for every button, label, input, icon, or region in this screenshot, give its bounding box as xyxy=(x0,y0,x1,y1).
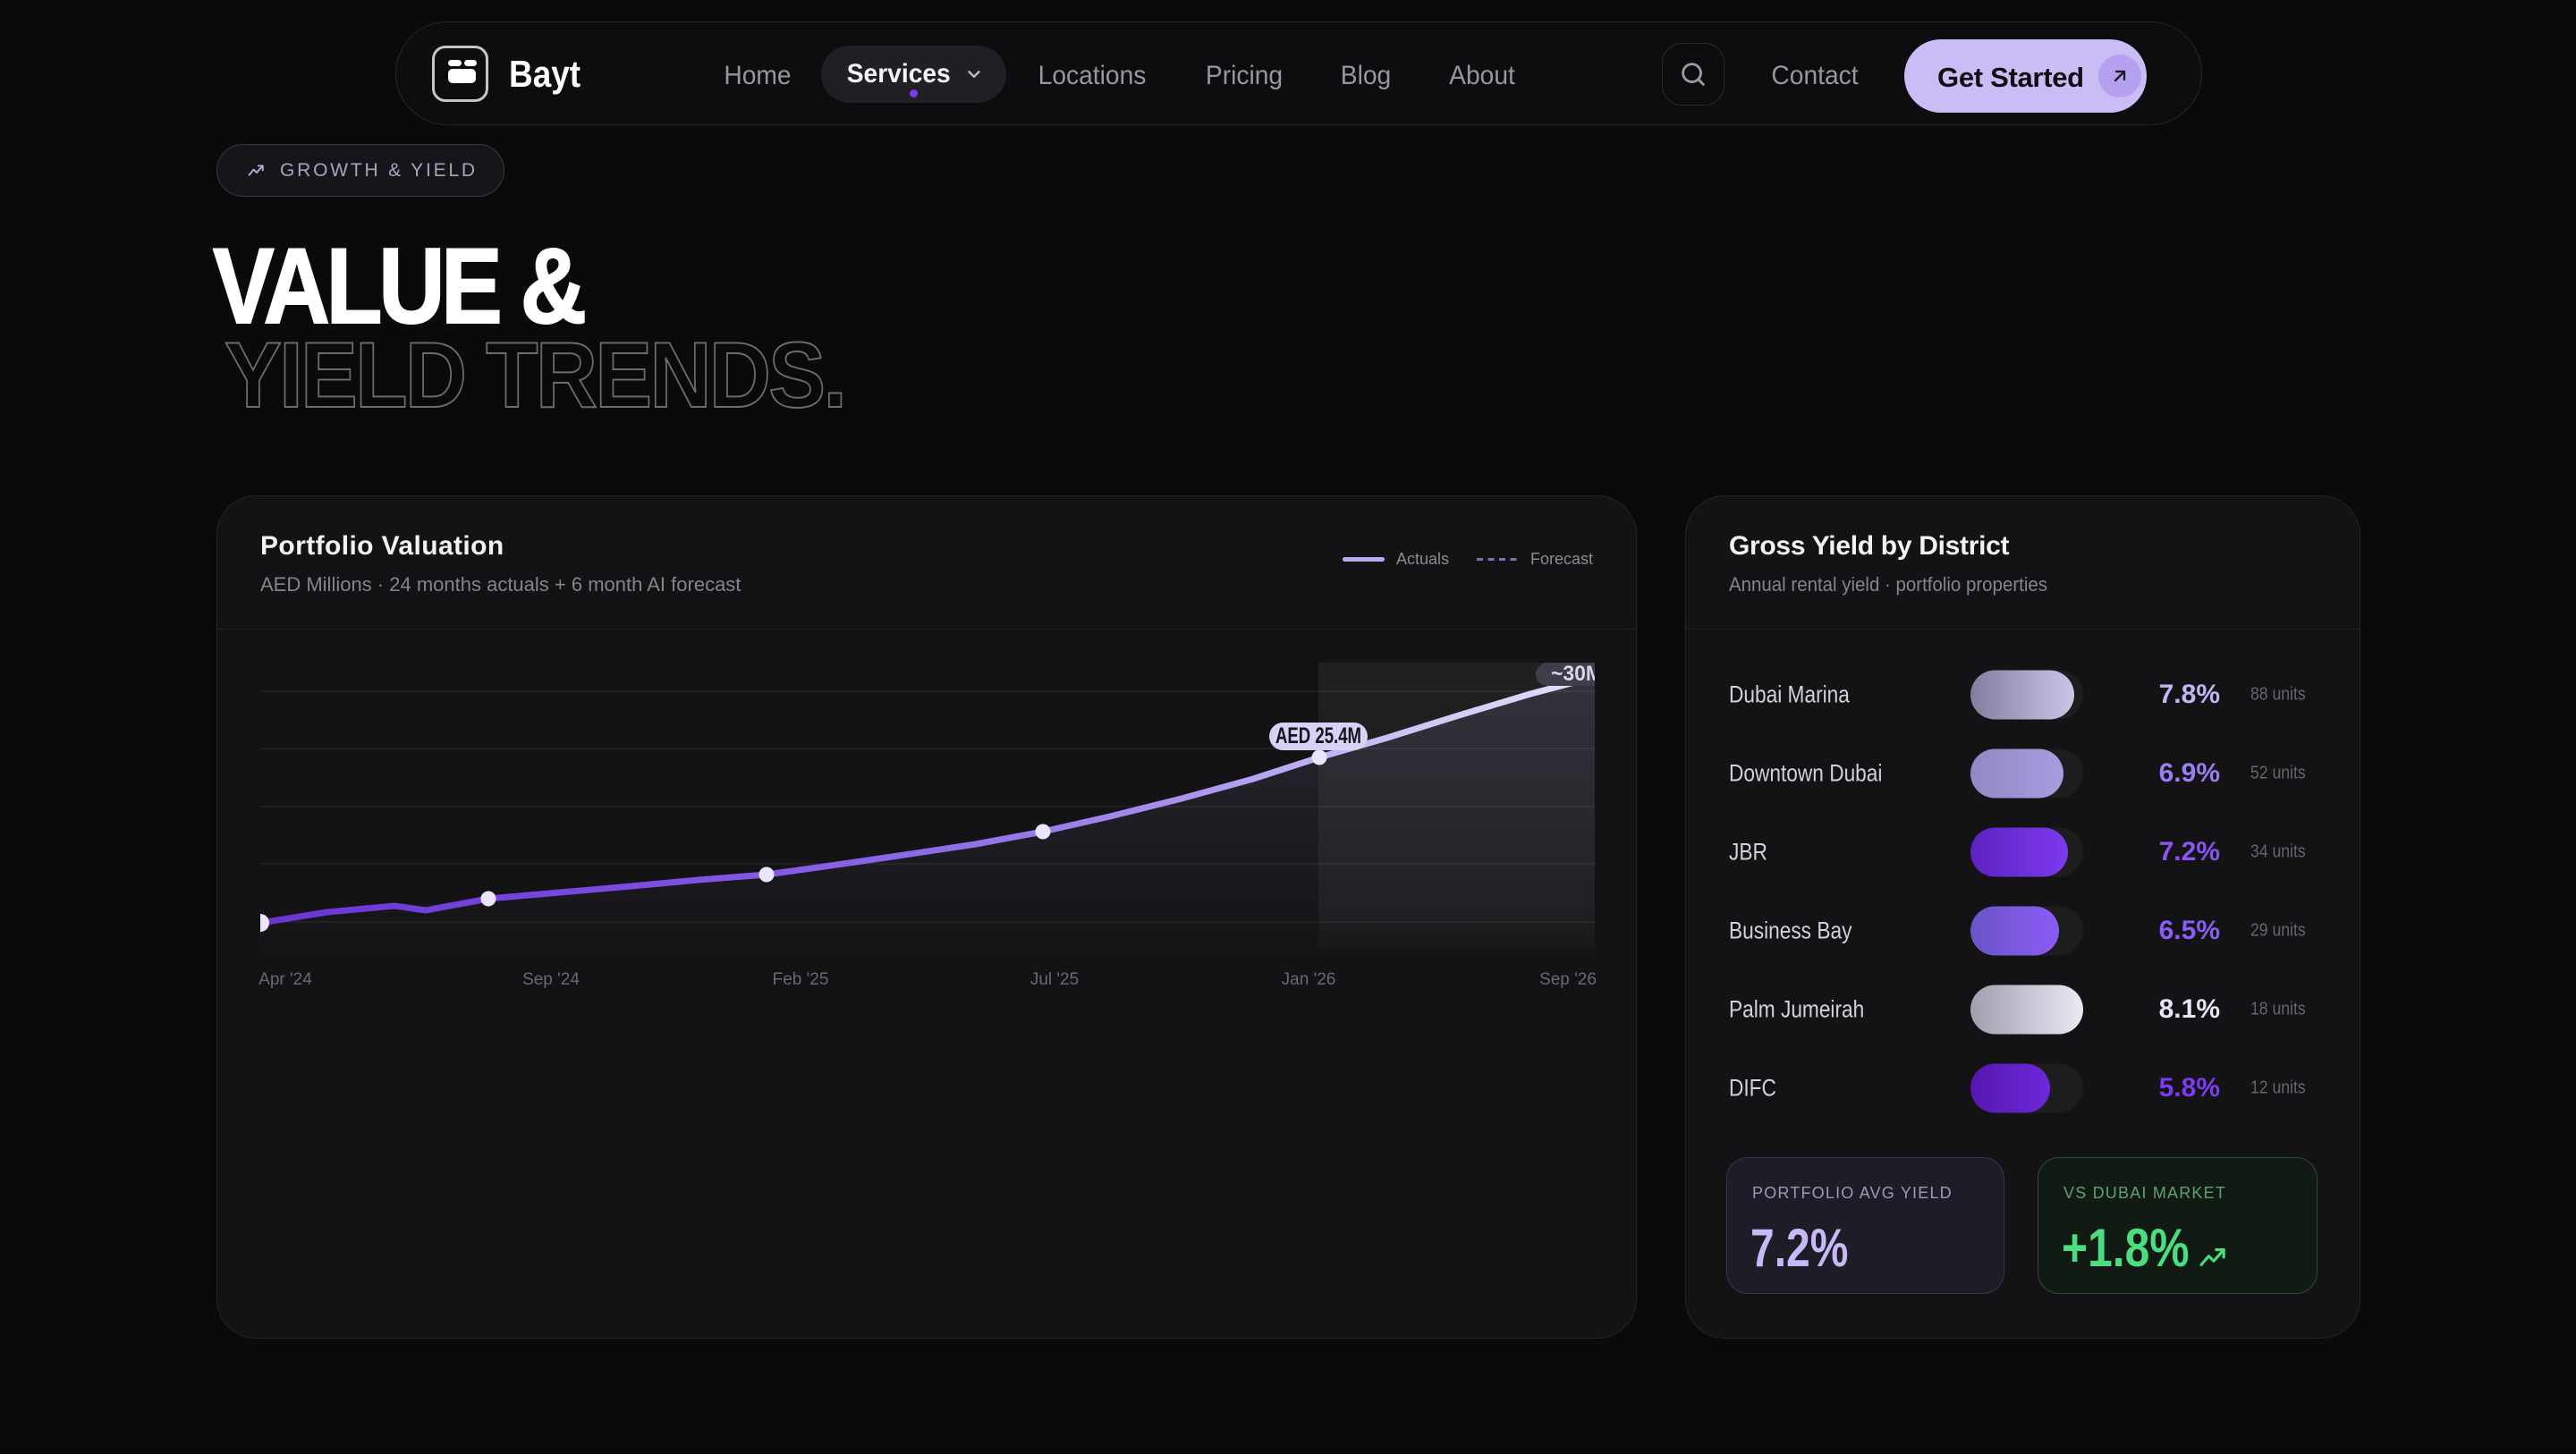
svg-text:AED 25.4M: AED 25.4M xyxy=(1275,723,1361,748)
svg-text:~30M: ~30M xyxy=(1551,662,1595,686)
